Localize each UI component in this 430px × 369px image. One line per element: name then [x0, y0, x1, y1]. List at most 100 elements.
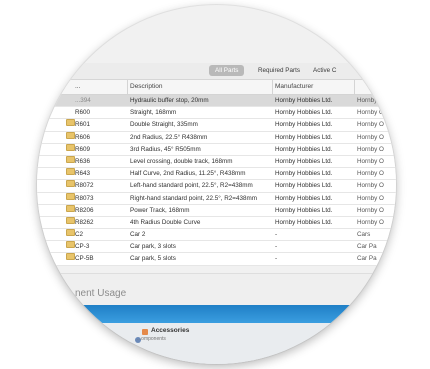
category-cell: Hornby O	[357, 109, 384, 117]
part-number-cell: R8072	[75, 182, 94, 190]
part-number-cell: R600	[75, 109, 91, 117]
part-number-cell: ...394	[75, 97, 91, 104]
description-cell: Car park, 3 slots	[130, 243, 176, 251]
component-usage-section: nent Usage	[37, 273, 396, 306]
category-cell: Hornby O	[357, 145, 384, 153]
column-divider[interactable]	[127, 80, 128, 94]
manufacturer-cell: Hornby Hobbies Ltd.	[275, 97, 333, 104]
folder-icon	[66, 119, 75, 127]
part-number-cell: R643	[75, 170, 91, 178]
panel-header-band	[37, 305, 396, 323]
panel-body	[37, 323, 396, 364]
part-number-cell: CP-5B	[75, 255, 94, 263]
section-title: nent Usage	[75, 288, 127, 299]
part-number-cell: C2	[75, 231, 84, 239]
category-cell: Car Pa	[357, 255, 377, 263]
category-cell: Hornby O	[357, 133, 384, 141]
manufacturer-cell: Hornby Hobbies Ltd.	[275, 182, 333, 190]
table-row[interactable]: R643 Half Curve, 2nd Radius, 11.25°, R438…	[37, 168, 396, 181]
folder-icon	[66, 180, 75, 188]
manufacturer-cell: Hornby Hobbies Ltd.	[275, 170, 333, 178]
category-cell: Hornby O	[357, 182, 384, 190]
category-cell: Hornby O	[357, 121, 384, 129]
folder-icon	[66, 155, 75, 163]
manufacturer-cell: Hornby Hobbies Ltd.	[275, 133, 333, 141]
table-row[interactable]: CP-5B Car park, 5 slots - Car Pa	[37, 253, 396, 266]
description-cell: Half Curve, 2nd Radius, 11.25°, R438mm	[130, 170, 246, 178]
accessories-icon	[142, 329, 148, 335]
magnifier-lens: All Parts Required Parts Active C ... De…	[37, 5, 396, 364]
description-cell: Level crossing, double track, 168mm	[130, 157, 233, 165]
table-row[interactable]: R609 3rd Radius, 45° R505mm Hornby Hobbies…	[37, 143, 396, 156]
manufacturer-cell: -	[275, 243, 278, 251]
folder-icon	[66, 192, 75, 200]
description-cell: 2nd Radius, 22.5° R438mm	[130, 133, 208, 141]
part-number-cell: R8262	[75, 218, 94, 226]
accessories-sublabel: ...omponents	[137, 336, 166, 342]
description-cell: Car 2	[130, 231, 146, 239]
tab-all-parts[interactable]: All Parts	[209, 65, 245, 76]
part-number-cell: R636	[75, 157, 91, 165]
manufacturer-cell: Hornby Hobbies Ltd.	[275, 194, 333, 202]
category-cell: Hornby O	[357, 218, 384, 226]
part-number-cell: R8206	[75, 206, 94, 214]
folder-icon	[66, 204, 75, 212]
table-row[interactable]: R601 Double Straight, 335mm Hornby Hobbies…	[37, 119, 396, 132]
description-cell: Right-hand standard point, 22.5°, R2=438…	[130, 194, 257, 202]
description-cell: Hydraulic buffer stop, 20mm	[130, 97, 209, 104]
category-cell: Hornby	[357, 97, 378, 104]
manufacturer-cell: Hornby Hobbies Ltd.	[275, 145, 333, 153]
column-header-description[interactable]: Description	[130, 80, 270, 94]
table-row[interactable]: R8073 Right-hand standard point, 22.5°, R…	[37, 192, 396, 205]
table-body: ...394 Hydraulic buffer stop, 20mm Hornby …	[37, 95, 396, 266]
category-cell: Hornby O	[357, 157, 384, 165]
table-row[interactable]: ...394 Hydraulic buffer stop, 20mm Hornby …	[37, 95, 396, 108]
column-divider[interactable]	[272, 80, 273, 94]
tab-active-components[interactable]: Active C	[307, 65, 342, 76]
table-header: ... Description Manufacturer	[37, 80, 396, 95]
manufacturer-cell: Hornby Hobbies Ltd.	[275, 206, 333, 214]
folder-icon	[66, 241, 75, 249]
part-number-cell: R601	[75, 121, 91, 129]
table-row[interactable]: R8262 4th Radius Double Curve Hornby Hobbi…	[37, 216, 396, 230]
table-row[interactable]: R636 Level crossing, double track, 168mm H…	[37, 155, 396, 169]
accessories-label[interactable]: Accessories	[151, 327, 189, 334]
description-cell: 3rd Radius, 45° R505mm	[130, 145, 201, 153]
part-number-cell: R8073	[75, 194, 94, 202]
column-header-part[interactable]: ...	[75, 80, 125, 94]
category-cell: Hornby O	[357, 206, 384, 214]
description-cell: 4th Radius Double Curve	[130, 218, 201, 226]
table-row[interactable]: R8072 Left-hand standard point, 22.5°, R2…	[37, 180, 396, 193]
table-row[interactable]: R8206 Power Track, 168mm Hornby Hobbies Lt…	[37, 204, 396, 217]
manufacturer-cell: -	[275, 231, 278, 239]
manufacturer-cell: Hornby Hobbies Ltd.	[275, 121, 333, 129]
category-cell: Car Pa	[357, 243, 377, 251]
description-cell: Car park, 5 slots	[130, 255, 176, 263]
manufacturer-cell: Hornby Hobbies Ltd.	[275, 157, 333, 165]
manufacturer-cell: Hornby Hobbies Ltd.	[275, 109, 333, 117]
manufacturer-cell: -	[275, 255, 278, 263]
folder-icon	[66, 131, 75, 139]
folder-icon	[66, 216, 75, 224]
part-number-cell: R609	[75, 145, 91, 153]
part-number-cell: CP-3	[75, 243, 90, 251]
category-cell: Hornby O	[357, 194, 384, 202]
category-cell: Hornby O	[357, 170, 384, 178]
description-cell: Left-hand standard point, 22.5°, R2=438m…	[130, 182, 253, 190]
category-cell: Cars	[357, 231, 371, 239]
description-cell: Straight, 168mm	[130, 109, 177, 117]
tab-required-parts[interactable]: Required Parts	[252, 65, 306, 76]
filter-toolbar: All Parts Required Parts Active C	[37, 63, 396, 80]
description-cell: Double Straight, 335mm	[130, 121, 198, 129]
table-row[interactable]: R606 2nd Radius, 22.5° R438mm Hornby Hobbi…	[37, 131, 396, 144]
description-cell: Power Track, 168mm	[130, 206, 190, 214]
manufacturer-cell: Hornby Hobbies Ltd.	[275, 218, 333, 226]
table-row[interactable]: CP-3 Car park, 3 slots - Car Pa	[37, 241, 396, 254]
table-row[interactable]: R600 Straight, 168mm Hornby Hobbies Ltd. Ho…	[37, 107, 396, 120]
column-header-manufacturer[interactable]: Manufacturer	[275, 80, 355, 94]
usage-panel: Accessories ...omponents	[37, 305, 396, 364]
table-row[interactable]: C2 Car 2 - Cars	[37, 229, 396, 242]
column-divider[interactable]	[354, 80, 355, 94]
parts-table: ... Description Manufacturer ...394 Hydra…	[37, 80, 396, 266]
folder-icon	[66, 143, 75, 151]
